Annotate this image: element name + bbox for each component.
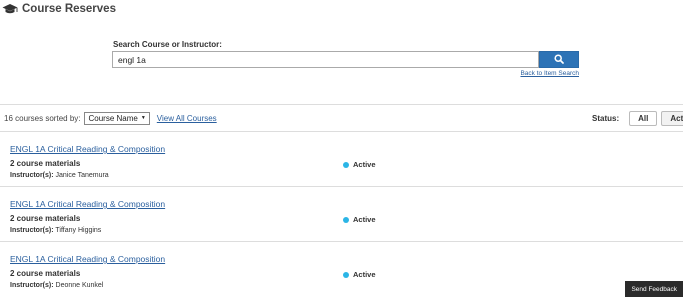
status-all-button[interactable]: All (629, 111, 658, 126)
course-title-link[interactable]: ENGL 1A Critical Reading & Composition (10, 199, 165, 209)
divider (0, 104, 683, 105)
back-to-item-search-link[interactable]: Back to Item Search (520, 70, 579, 77)
sort-select-value: Course Name (88, 114, 138, 123)
course-status-label: Active (353, 160, 376, 169)
search-button[interactable] (539, 51, 579, 68)
course-item: ENGL 1A Critical Reading & Composition 2… (0, 187, 683, 242)
results-summary: 16 courses sorted by: Course Name ▼ View… (4, 112, 217, 125)
course-materials-count: 2 course materials (10, 214, 81, 223)
status-dot-icon (343, 271, 349, 278)
instructor-label: Instructor(s): (10, 227, 54, 234)
status-label: Status: (592, 114, 620, 123)
page-header: Course Reserves (0, 2, 116, 16)
course-item: ENGL 1A Critical Reading & Composition 2… (0, 132, 683, 187)
instructor-name: Deonne Kunkel (55, 282, 104, 289)
instructor-label: Instructor(s): (10, 172, 54, 179)
course-status-label: Active (353, 215, 376, 224)
course-instructor: Instructor(s): Tiffany Higgins (10, 227, 101, 234)
instructor-name: Janice Tanemura (55, 172, 109, 179)
course-materials-count: 2 course materials (10, 159, 81, 168)
search-icon (554, 53, 564, 66)
page-title: Course Reserves (22, 3, 116, 15)
course-title-link[interactable]: ENGL 1A Critical Reading & Composition (10, 254, 165, 264)
status-active-button[interactable]: Active (661, 111, 683, 126)
sort-select[interactable]: Course Name ▼ (84, 112, 150, 125)
send-feedback-button[interactable]: Send Feedback (625, 281, 683, 297)
course-instructor: Instructor(s): Janice Tanemura (10, 172, 109, 179)
chevron-down-icon: ▼ (140, 115, 146, 121)
graduation-cap-icon (2, 3, 18, 15)
instructor-name: Tiffany Higgins (55, 227, 102, 234)
view-all-courses-link[interactable]: View All Courses (157, 114, 217, 123)
course-instructor: Instructor(s): Deonne Kunkel (10, 282, 103, 289)
results-count: 16 courses sorted by: (4, 114, 81, 123)
course-status: Active (343, 270, 376, 279)
course-materials-count: 2 course materials (10, 269, 81, 278)
course-status: Active (343, 215, 376, 224)
course-title-link[interactable]: ENGL 1A Critical Reading & Composition (10, 144, 165, 154)
search-label: Search Course or Instructor: (113, 40, 222, 49)
instructor-label: Instructor(s): (10, 282, 54, 289)
search-input[interactable] (112, 51, 539, 68)
course-status: Active (343, 160, 376, 169)
course-status-label: Active (353, 270, 376, 279)
status-dot-icon (343, 161, 349, 168)
status-filter: Status: All Active (592, 111, 683, 126)
status-dot-icon (343, 216, 349, 223)
course-item: ENGL 1A Critical Reading & Composition 2… (0, 242, 683, 297)
